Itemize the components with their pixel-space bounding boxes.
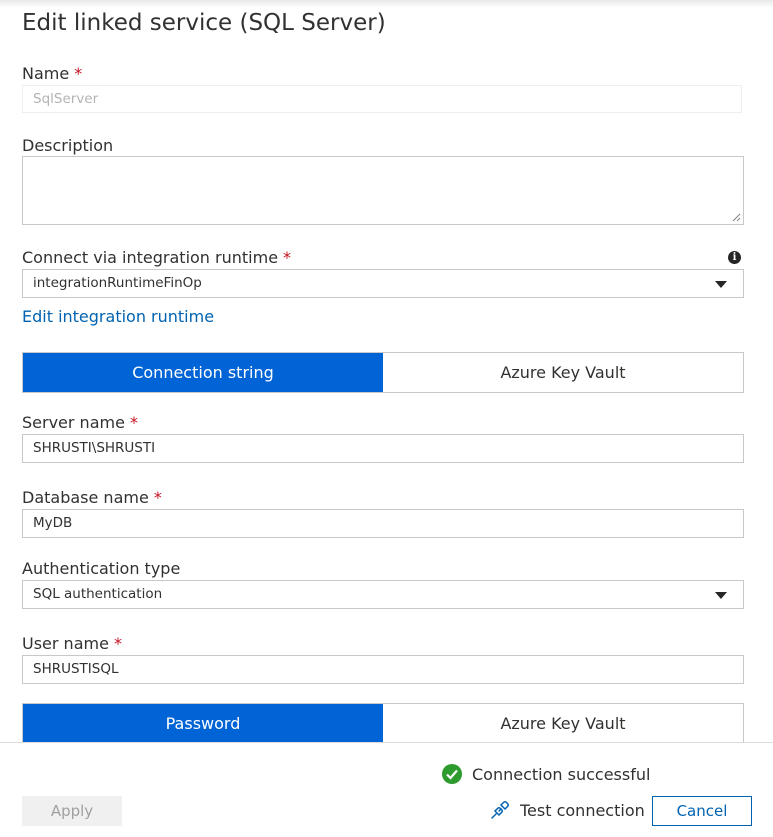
name-field: SqlServer — [22, 85, 742, 113]
edit-integration-runtime-link[interactable]: Edit integration runtime — [22, 307, 214, 326]
password-azure-key-vault-tab[interactable]: Azure Key Vault — [383, 704, 743, 743]
database-name-input[interactable]: MyDB — [22, 509, 744, 538]
auth-type-select[interactable]: SQL authentication — [22, 580, 744, 609]
name-value: SqlServer — [33, 91, 99, 107]
user-name-input[interactable]: SHRUSTISQL — [22, 655, 744, 684]
connection-type-toggle: Connection string Azure Key Vault — [22, 352, 744, 393]
user-name-value: SHRUSTISQL — [33, 661, 119, 677]
connection-status-text: Connection successful — [472, 764, 651, 784]
azure-key-vault-tab[interactable]: Azure Key Vault — [383, 353, 743, 392]
required-marker: * — [113, 634, 122, 653]
required-marker: * — [74, 64, 83, 83]
description-label: Description — [22, 136, 114, 155]
server-name-input[interactable]: SHRUSTI\SHRUSTI — [22, 434, 744, 463]
top-shadow — [0, 0, 773, 8]
name-label: Name * — [22, 64, 83, 83]
password-tab[interactable]: Password — [23, 704, 383, 743]
test-connection-label: Test connection — [520, 800, 645, 820]
server-name-label: Server name * — [22, 413, 138, 432]
plug-icon — [491, 801, 509, 819]
password-type-toggle: Password Azure Key Vault — [22, 703, 744, 744]
server-name-value: SHRUSTI\SHRUSTI — [33, 440, 156, 456]
auth-type-label: Authentication type — [22, 559, 181, 578]
required-marker: * — [153, 488, 162, 507]
apply-button[interactable]: Apply — [22, 796, 122, 826]
check-circle-icon — [442, 764, 462, 784]
connection-string-tab[interactable]: Connection string — [23, 353, 383, 392]
auth-type-value: SQL authentication — [33, 586, 163, 602]
required-marker: * — [283, 248, 292, 267]
resize-handle-icon[interactable] — [731, 212, 741, 222]
database-name-value: MyDB — [33, 515, 73, 531]
required-marker: * — [129, 413, 138, 432]
test-connection-button[interactable]: Test connection — [490, 800, 645, 820]
user-name-label: User name * — [22, 634, 122, 653]
connection-status: Connection successful — [442, 764, 650, 784]
integration-runtime-select[interactable]: integrationRuntimeFinOp — [22, 269, 744, 298]
description-field[interactable] — [22, 156, 744, 225]
integration-runtime-value: integrationRuntimeFinOp — [33, 275, 202, 291]
panel-title: Edit linked service (SQL Server) — [22, 10, 386, 36]
integration-runtime-label: Connect via integration runtime * — [22, 248, 292, 267]
chevron-down-icon — [715, 592, 727, 599]
cancel-button[interactable]: Cancel — [652, 796, 752, 826]
chevron-down-icon — [715, 281, 727, 288]
info-icon[interactable]: i — [728, 251, 741, 264]
database-name-label: Database name * — [22, 488, 162, 507]
